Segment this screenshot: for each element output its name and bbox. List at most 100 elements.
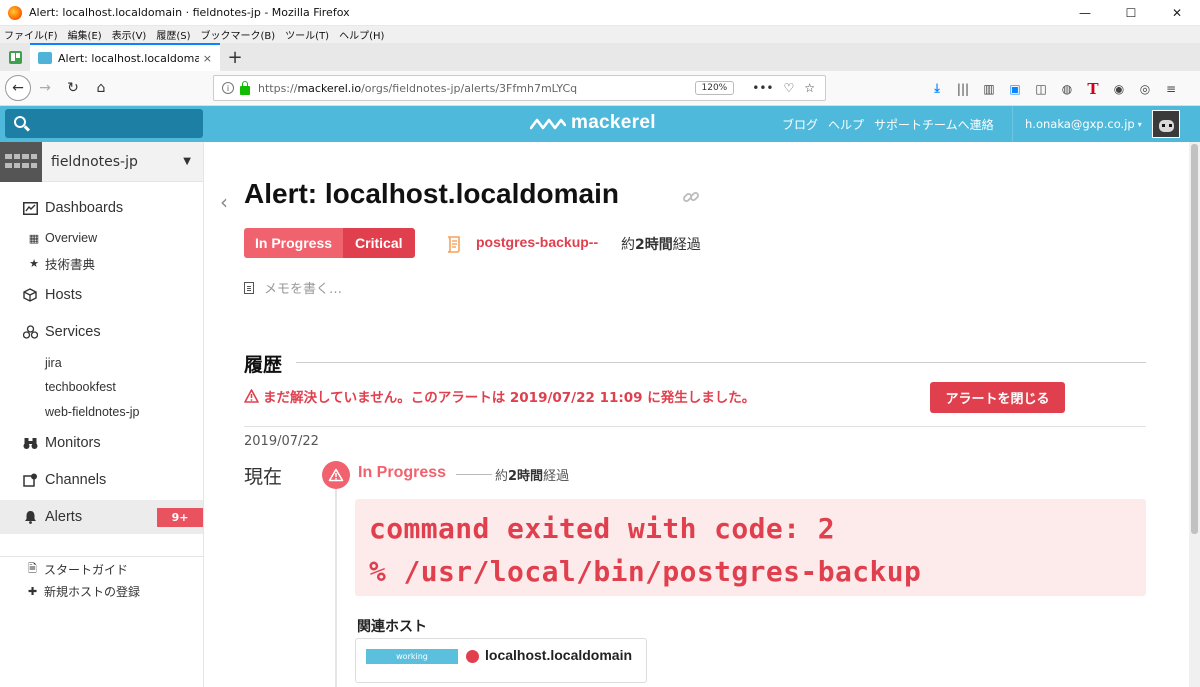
lock-icon[interactable] <box>240 80 250 95</box>
menu-view[interactable]: 表示(V) <box>112 27 147 42</box>
close-window-button[interactable]: ✕ <box>1154 0 1200 26</box>
library-icon[interactable]: ||| <box>950 82 976 96</box>
avatar[interactable] <box>1151 110 1180 138</box>
search-icon <box>14 116 26 128</box>
trello-icon <box>8 50 22 64</box>
document-icon: 🗎 <box>28 562 37 575</box>
search-input[interactable] <box>5 109 203 138</box>
status-in-progress: In Progress <box>244 228 344 258</box>
text-extension-icon[interactable]: T <box>1080 80 1106 98</box>
account-icon[interactable]: ◉ <box>1106 82 1132 96</box>
bell-icon <box>22 510 38 524</box>
history-divider <box>296 362 1146 363</box>
sidebar-item-jira[interactable]: jira <box>0 353 203 373</box>
divider <box>244 426 1146 427</box>
back-button[interactable]: ← <box>5 75 31 101</box>
sidebar-item-hosts[interactable]: Hosts <box>0 282 203 308</box>
url-bar[interactable]: i https://mackerel.io/orgs/fieldnotes-jp… <box>213 75 826 101</box>
blog-link[interactable]: ブログ <box>782 116 818 133</box>
register-host-link[interactable]: ✚ 新規ホストの登録 <box>28 583 140 600</box>
cube-icon <box>22 288 38 302</box>
downloads-icon[interactable]: ⤓ <box>924 81 950 96</box>
monitor-scroll-icon <box>447 236 460 253</box>
extension-lock-icon[interactable]: ◎ <box>1132 82 1158 96</box>
sidebar-item-gishoten[interactable]: ★ 技術書典 <box>0 253 203 273</box>
sidebar-item-monitors[interactable]: Monitors <box>0 430 203 456</box>
related-hosts-heading: 関連ホスト <box>357 619 427 635</box>
menu-file[interactable]: ファイル(F) <box>4 27 58 42</box>
sidebar-item-overview[interactable]: ▦ Overview <box>0 228 203 248</box>
page-actions-icon[interactable]: ••• <box>752 81 773 95</box>
brand-name: mackerel <box>571 112 656 133</box>
help-link[interactable]: ヘルプ <box>828 116 864 133</box>
maximize-button[interactable]: ☐ <box>1108 0 1154 26</box>
info-icon[interactable]: i <box>222 82 234 94</box>
home-button[interactable]: ⌂ <box>87 74 115 102</box>
sidebar-item-services[interactable]: Services <box>0 319 203 345</box>
alert-status-badge: In Progress Critical <box>244 228 415 258</box>
org-logo <box>0 141 42 182</box>
history-heading: 履歴 <box>244 354 283 376</box>
tab-bar: Alert: localhost.localdomain · fi × + <box>0 43 1200 71</box>
menu-help[interactable]: ヘルプ(H) <box>339 27 384 42</box>
close-alert-button[interactable]: アラートを閉じる <box>930 382 1065 413</box>
support-link[interactable]: サポートチームへ連絡 <box>874 116 994 133</box>
hamburger-menu-icon[interactable]: ≡ <box>1158 82 1184 96</box>
pocket-icon[interactable]: ♡ <box>783 81 794 95</box>
url-text[interactable]: https://mackerel.io/orgs/fieldnotes-jp/a… <box>258 82 695 95</box>
alerts-count-badge: 9+ <box>157 508 203 527</box>
plus-icon: ✚ <box>28 585 38 598</box>
bookmark-star-icon[interactable]: ☆ <box>804 81 815 95</box>
monitor-link[interactable]: postgres-backup-- <box>476 234 598 250</box>
extension-globe-icon[interactable]: ◍ <box>1054 82 1080 96</box>
sidebar-item-dashboards[interactable]: Dashboards <box>0 195 203 221</box>
minimize-button[interactable]: — <box>1062 0 1108 26</box>
memo-placeholder: メモを書く… <box>264 282 343 297</box>
now-label: 現在 <box>244 466 283 488</box>
brand-logo[interactable]: mackerel <box>530 112 656 134</box>
sidebar-item-web-fieldnotes-jp[interactable]: web-fieldnotes-jp <box>0 402 203 422</box>
sidebar-divider <box>0 556 203 557</box>
related-host-card[interactable]: working localhost.localdomain <box>355 638 647 683</box>
channels-icon <box>22 473 38 487</box>
caret-down-icon: ▼ <box>183 156 191 167</box>
page-scrollbar[interactable] <box>1189 142 1200 687</box>
reader-icon[interactable]: ▥ <box>976 82 1002 96</box>
window-title: Alert: localhost.localdomain · fieldnote… <box>29 6 350 19</box>
tab-pinned-trello[interactable] <box>0 43 30 71</box>
host-name-link[interactable]: localhost.localdomain <box>485 647 632 663</box>
navigation-bar: ← → ↻ ⌂ i https://mackerel.io/orgs/field… <box>0 71 1200 106</box>
start-guide-link[interactable]: 🗎 スタートガイド <box>28 560 128 579</box>
grid-icon: ▦ <box>28 231 40 245</box>
sidebar-icon[interactable]: ◫ <box>1028 82 1054 96</box>
alert-status-dot <box>466 650 479 663</box>
timeline-status: In Progress <box>358 464 447 481</box>
org-switcher[interactable]: fieldnotes-jp ▼ <box>0 141 203 182</box>
timeline-warning-icon <box>322 461 350 489</box>
scrollbar-thumb[interactable] <box>1191 144 1198 534</box>
memo-field[interactable]: メモを書く… <box>244 278 342 297</box>
tab-alert[interactable]: Alert: localhost.localdomain · fi × <box>30 43 220 71</box>
permalink-icon[interactable] <box>682 188 700 206</box>
menu-bookmarks[interactable]: ブックマーク(B) <box>201 27 276 42</box>
dashboard-icon <box>22 201 38 215</box>
sidebar-item-alerts[interactable]: Alerts 9+ <box>0 500 203 534</box>
timeline-line <box>335 489 337 687</box>
zoom-indicator[interactable]: 120% <box>694 81 735 95</box>
chevron-left-icon[interactable]: ‹ <box>220 190 228 214</box>
extension-icon[interactable]: ▣ <box>1002 82 1028 96</box>
sidebar-item-channels[interactable]: Channels <box>0 467 203 493</box>
memo-icon <box>244 281 254 294</box>
sidebar-item-techbookfest[interactable]: techbookfest <box>0 377 203 397</box>
status-critical: Critical <box>343 228 415 258</box>
tab-label: Alert: localhost.localdomain · fi <box>58 51 199 65</box>
menu-tools[interactable]: ツール(T) <box>285 27 329 42</box>
reload-button[interactable]: ↻ <box>59 74 87 102</box>
tab-close-icon[interactable]: × <box>203 52 212 65</box>
new-tab-button[interactable]: + <box>220 43 250 71</box>
forward-button[interactable]: → <box>31 74 59 102</box>
org-name: fieldnotes-jp <box>51 153 138 170</box>
menu-edit[interactable]: 編集(E) <box>68 27 102 42</box>
menu-history[interactable]: 履歴(S) <box>156 27 190 42</box>
user-menu[interactable]: h.onaka@gxp.co.jp ▾ <box>1012 106 1200 142</box>
